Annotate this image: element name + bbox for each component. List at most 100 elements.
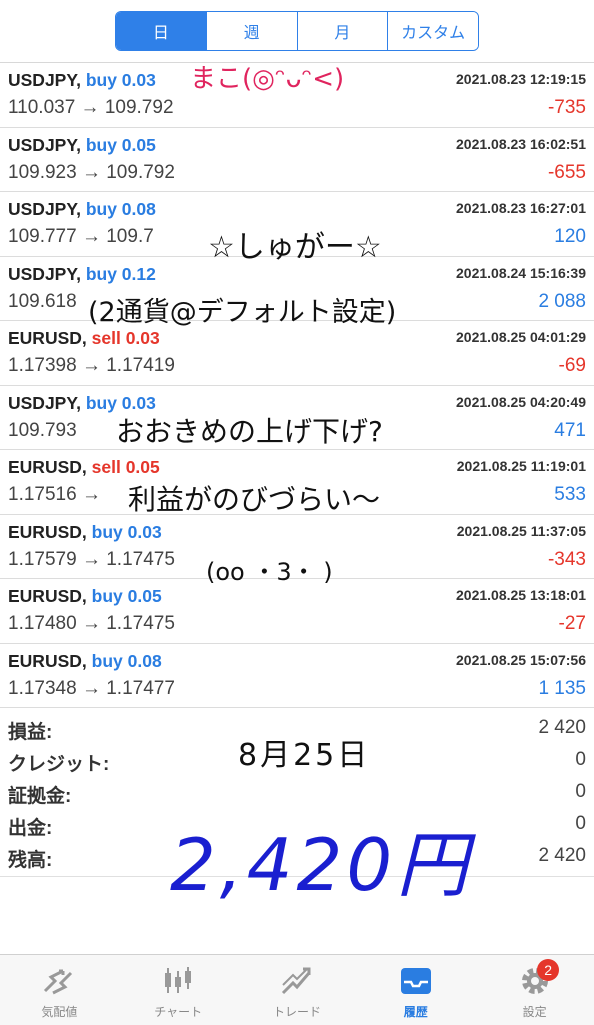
deal-time: 2021.08.25 13:18:01 [456,587,586,603]
quotes-icon [39,963,79,999]
summary-row: 損益: 2 420 [0,712,594,744]
summary-value: 2 420 [538,717,586,738]
deal-symbol: USDJPY, buy 0.05 [8,135,156,156]
tab-history[interactable]: 履歴 [356,955,475,1025]
deal-side: buy 0.03 [85,392,156,413]
trade-chart-icon [277,963,317,999]
deal-row[interactable]: EURUSD, buy 0.03 2021.08.25 11:37:05 1.175… [0,515,594,579]
symbol-text: USDJPY, [8,392,81,413]
deal-row[interactable]: EURUSD, sell 0.05 2021.08.25 11:19:01 1.17… [0,450,594,515]
deal-time: 2021.08.24 15:16:39 [456,264,586,281]
tab-chart[interactable]: チャート [119,955,238,1025]
deal-profit: -69 [558,355,586,376]
symbol-text: EURUSD, [8,328,87,348]
deal-symbol: EURUSD, buy 0.08 [8,651,162,672]
summary-value: 2 420 [538,845,586,866]
history-inbox-icon [396,963,436,999]
deal-prices: 1.17398 → 1.17419 [8,355,175,376]
tab-trade[interactable]: トレード [238,955,357,1025]
deal-side: buy 0.05 [91,586,162,606]
deal-row[interactable]: USDJPY, buy 0.08 2021.08.23 16:27:01 109.7… [0,192,594,257]
tab-trade-label: トレード [272,1005,321,1019]
deal-prices: 109.777 → 109.7 [8,226,154,247]
deal-prices: 1.17516 → [8,484,101,505]
symbol-text: USDJPY, [8,70,81,90]
deal-side: sell 0.03 [91,328,160,348]
deal-profit: -735 [547,97,586,118]
deal-profit: 533 [554,484,586,505]
summary-section: 損益: 2 420 クレジット: 0 証拠金: 0 出金: 0 残高: 2 420 [0,712,594,872]
summary-row: 証拠金: 0 [0,776,594,808]
deal-profit: 471 [554,419,586,441]
deal-row[interactable]: USDJPY, buy 0.03 2021.08.25 04:20:49 109.7… [0,386,594,450]
summary-row: 出金: 0 [0,808,594,840]
tab-chart-label: チャート [154,1005,203,1019]
deal-symbol: USDJPY, buy 0.12 [8,264,156,285]
deal-row[interactable]: USDJPY, buy 0.03 2021.08.23 12:19:15 110.0… [0,63,594,128]
tab-month[interactable]: 月 [297,12,389,50]
symbol-text: EURUSD, [8,457,87,477]
deal-prices: 109.923 → 109.792 [8,161,175,183]
deal-profit: -655 [547,161,586,183]
tab-day[interactable]: 日 [116,12,207,50]
tab-week[interactable]: 週 [206,12,298,50]
symbol-text: EURUSD, [8,586,87,606]
deal-profit: 120 [554,226,586,247]
deal-prices: 1.17480 → 1.17475 [8,613,175,634]
deal-prices: 109.793 [8,419,77,441]
deal-time: 2021.08.25 04:20:49 [456,393,586,410]
deal-row[interactable]: EURUSD, buy 0.08 2021.08.25 15:07:56 1.173… [0,644,594,708]
deal-time: 2021.08.25 11:37:05 [456,522,586,539]
symbol-text: USDJPY, [8,199,81,219]
tab-settings[interactable]: 設定 2 [475,955,594,1025]
tab-settings-label: 設定 [522,1005,547,1019]
tab-quotes-label: 気配値 [41,1005,78,1019]
tab-custom[interactable]: カスタム [388,12,478,50]
deal-symbol: EURUSD, buy 0.05 [8,586,162,607]
deal-side: sell 0.05 [91,457,160,477]
deal-symbol: USDJPY, buy 0.08 [8,199,156,220]
deal-side: buy 0.08 [85,199,156,219]
deal-prices: 1.17348 → 1.17477 [8,677,175,699]
tab-quotes[interactable]: 気配値 [0,955,119,1025]
notification-badge: 2 [537,959,560,981]
summary-divider [0,876,594,877]
deal-side: buy 0.08 [91,650,162,671]
symbol-text: USDJPY, [8,134,81,155]
summary-value: 0 [575,781,586,802]
deal-row[interactable]: EURUSD, buy 0.05 2021.08.25 13:18:01 1.174… [0,579,594,644]
deal-profit: -343 [547,548,586,570]
deal-profit: 1 135 [538,677,586,699]
deal-symbol: EURUSD, buy 0.03 [8,522,162,543]
symbol-text: EURUSD, [8,650,87,671]
summary-label: 残高: [8,850,53,871]
summary-label: 出金: [8,818,53,839]
deal-side: buy 0.12 [85,263,156,284]
deal-profit: -27 [558,613,586,634]
deal-side: buy 0.03 [85,70,156,90]
deal-symbol: EURUSD, sell 0.05 [8,457,160,478]
deal-side: buy 0.05 [85,134,156,155]
summary-label: 証拠金: [8,786,72,807]
deal-time: 2021.08.23 16:27:01 [456,200,586,216]
bottom-tab-bar: 気配値 チャート トレード 履歴 設定 2 [0,954,594,1025]
deal-time: 2021.08.23 12:19:15 [456,71,586,87]
deal-list: USDJPY, buy 0.03 2021.08.23 12:19:15 110.0… [0,63,594,708]
summary-value: 0 [575,749,586,770]
deal-prices: 109.618 [8,290,77,312]
deal-time: 2021.08.23 16:02:51 [456,135,586,152]
deal-prices: 110.037 → 109.792 [8,97,174,118]
deal-profit: 2 088 [538,290,586,312]
deal-row[interactable]: USDJPY, buy 0.12 2021.08.24 15:16:39 109.6… [0,257,594,321]
deal-symbol: USDJPY, buy 0.03 [8,70,156,91]
summary-value: 0 [575,813,586,834]
symbol-text: EURUSD, [8,521,87,542]
symbol-text: USDJPY, [8,263,81,284]
deal-time: 2021.08.25 15:07:56 [456,651,586,668]
summary-label: クレジット: [8,754,110,775]
deal-side: buy 0.03 [91,521,162,542]
deal-time: 2021.08.25 11:19:01 [456,458,586,474]
deal-row[interactable]: EURUSD, sell 0.03 2021.08.25 04:01:29 1.17… [0,321,594,386]
deal-row[interactable]: USDJPY, buy 0.05 2021.08.23 16:02:51 109.9… [0,128,594,192]
summary-row: 残高: 2 420 [0,840,594,872]
